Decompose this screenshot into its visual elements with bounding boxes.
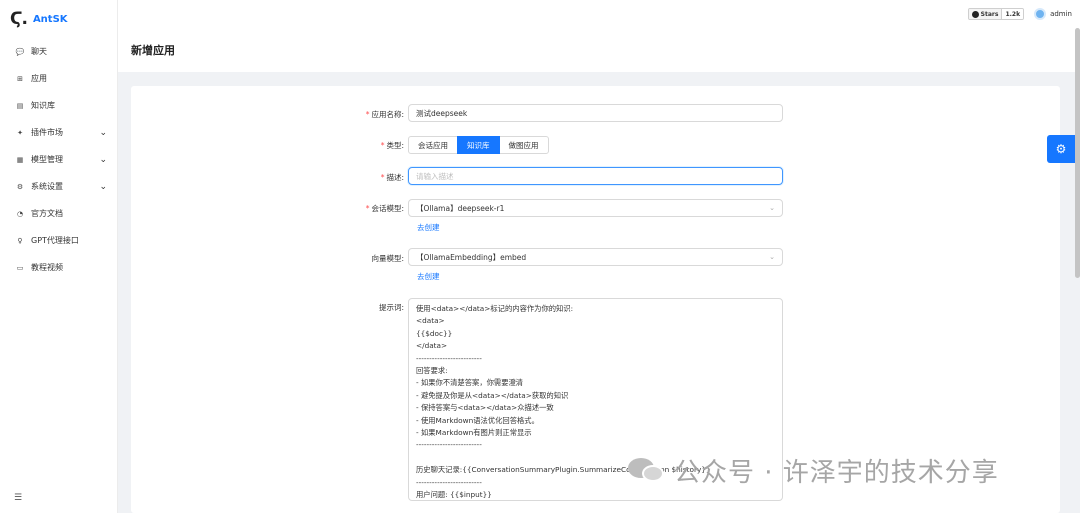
- wechat-logo-icon: [628, 457, 666, 484]
- watermark: 公众号 · 许泽宇的技术分享: [628, 452, 999, 489]
- user-name: admin: [1050, 10, 1072, 18]
- gear-icon: ⚙: [16, 182, 24, 191]
- sidebar-item-8[interactable]: ▭ 教程视频: [0, 254, 117, 281]
- book-icon: ▤: [16, 101, 24, 110]
- avatar: [1034, 8, 1047, 20]
- github-stars-label: Stars: [980, 10, 999, 18]
- video-icon: ▭: [16, 263, 24, 272]
- chevron-down-icon: ⌄: [99, 154, 107, 165]
- sidebar-item-7[interactable]: ♀ GPT代理接口: [0, 227, 117, 254]
- sidebar-nav: 💬 聊天 ⊞ 应用 ▤ 知识库 ✦ 插件市场 ⌄ ▦ 模型管理 ⌄ ⚙ 系统设置 ⌄ ◔ 官方文档 ♀ GPT代理接…: [0, 38, 117, 281]
- chat-model-label: * 会话模型:: [131, 203, 404, 214]
- github-stars-label-wrap: Stars: [968, 9, 1002, 19]
- sidebar-item-label: 系统设置: [31, 182, 63, 191]
- app-logo[interactable]: Ϛ. AntSK: [0, 0, 117, 38]
- menu-collapse-icon[interactable]: ☰: [14, 493, 22, 503]
- type-label-text: 类型:: [386, 141, 404, 150]
- chevron-down-icon: ⌄: [769, 253, 775, 261]
- embed-model-select[interactable]: 【OllamaEmbedding】embed ⌄: [408, 248, 783, 266]
- sidebar-item-label: 模型管理: [31, 155, 63, 164]
- embed-model-label: 向量模型:: [131, 253, 404, 264]
- sidebar-item-4[interactable]: ▦ 模型管理 ⌄: [0, 146, 117, 173]
- sidebar-item-1[interactable]: ⊞ 应用: [0, 65, 117, 92]
- chat-model-select[interactable]: 【Ollama】deepseek-r1 ⌄: [408, 199, 783, 217]
- chat-model-create-link[interactable]: 去创建: [417, 222, 440, 233]
- required-mark: *: [365, 110, 370, 119]
- embed-model-create-link[interactable]: 去创建: [417, 271, 440, 282]
- sidebar-item-label: GPT代理接口: [31, 236, 79, 245]
- type-option-chat[interactable]: 会话应用: [408, 136, 458, 154]
- embed-model-label-text: 向量模型:: [371, 254, 404, 263]
- github-stars-count: 1.2k: [1001, 9, 1024, 19]
- watermark-text: 公众号 · 许泽宇的技术分享: [674, 458, 999, 488]
- sidebar-item-5[interactable]: ⚙ 系统设置 ⌄: [0, 173, 117, 200]
- page-title: 新增应用: [131, 44, 175, 57]
- chat-model-label-text: 会话模型:: [371, 204, 404, 213]
- sidebar: Ϛ. AntSK 💬 聊天 ⊞ 应用 ▤ 知识库 ✦ 插件市场 ⌄ ▦ 模型管理 ⌄ ⚙ 系统设置 ⌄ ◔ 官方…: [0, 0, 118, 513]
- sidebar-item-3[interactable]: ✦ 插件市场 ⌄: [0, 119, 117, 146]
- github-icon: [971, 10, 979, 18]
- type-radio-group: 会话应用 知识库 做图应用: [408, 136, 549, 154]
- page-scrollbar[interactable]: [1075, 28, 1080, 278]
- model-icon: ▦: [16, 155, 24, 164]
- embed-model-value: 【OllamaEmbedding】embed: [416, 252, 527, 262]
- chevron-down-icon: ⌄: [769, 204, 775, 212]
- app-name-label: * 应用名称:: [131, 109, 404, 120]
- doc-icon: ◔: [16, 209, 24, 218]
- desc-label: * 描述:: [131, 172, 404, 183]
- type-option-knowledge[interactable]: 知识库: [457, 136, 500, 154]
- app-name-input[interactable]: 测试deepseek: [408, 104, 783, 122]
- sidebar-item-label: 官方文档: [31, 209, 63, 218]
- chat-model-value: 【Ollama】deepseek-r1: [416, 203, 505, 213]
- sidebar-item-label: 插件市场: [31, 128, 63, 137]
- type-label: * 类型:: [131, 140, 404, 151]
- app-name: AntSK: [32, 13, 68, 25]
- type-option-image[interactable]: 做图应用: [498, 136, 549, 154]
- prompt-label-text: 提示词:: [378, 303, 404, 312]
- gear-icon: ⚙: [1055, 142, 1067, 156]
- desc-input[interactable]: 请输入描述: [408, 167, 783, 185]
- prompt-label: 提示词:: [131, 302, 404, 313]
- bulb-icon: ♀: [17, 236, 23, 245]
- sidebar-item-2[interactable]: ▤ 知识库: [0, 92, 117, 119]
- chevron-down-icon: ⌄: [99, 181, 107, 192]
- required-mark: *: [380, 173, 385, 182]
- sidebar-item-6[interactable]: ◔ 官方文档: [0, 200, 117, 227]
- sidebar-item-label: 教程视频: [31, 263, 63, 272]
- plugin-icon: ✦: [17, 128, 23, 137]
- sidebar-item-0[interactable]: 💬 聊天: [0, 38, 117, 65]
- github-stars-badge[interactable]: Stars 1.2k: [967, 8, 1025, 20]
- sidebar-item-label: 聊天: [31, 47, 47, 56]
- top-bar: Stars 1.2k admin: [118, 0, 1080, 28]
- desc-label-text: 描述:: [386, 173, 404, 182]
- chat-icon: 💬: [15, 47, 25, 56]
- page-header: 新增应用: [118, 28, 1080, 72]
- required-mark: *: [380, 141, 385, 150]
- app-name-label-text: 应用名称:: [371, 110, 404, 119]
- form-card: * 应用名称: 测试deepseek * 类型: 会话应用 知识库 做图应用 * 描述…: [131, 86, 1060, 513]
- desc-placeholder: 请输入描述: [416, 171, 454, 181]
- chevron-down-icon: ⌄: [99, 127, 107, 138]
- app-icon: ⊞: [17, 74, 23, 83]
- required-mark: *: [365, 204, 370, 213]
- logo-icon: Ϛ.: [10, 9, 28, 29]
- sidebar-item-label: 知识库: [31, 101, 55, 110]
- app-name-value: 测试deepseek: [416, 108, 468, 118]
- wechat-bubble-small: [642, 464, 664, 482]
- user-menu[interactable]: admin: [1034, 8, 1072, 20]
- sidebar-item-label: 应用: [31, 74, 47, 83]
- settings-float-button[interactable]: ⚙: [1047, 135, 1075, 163]
